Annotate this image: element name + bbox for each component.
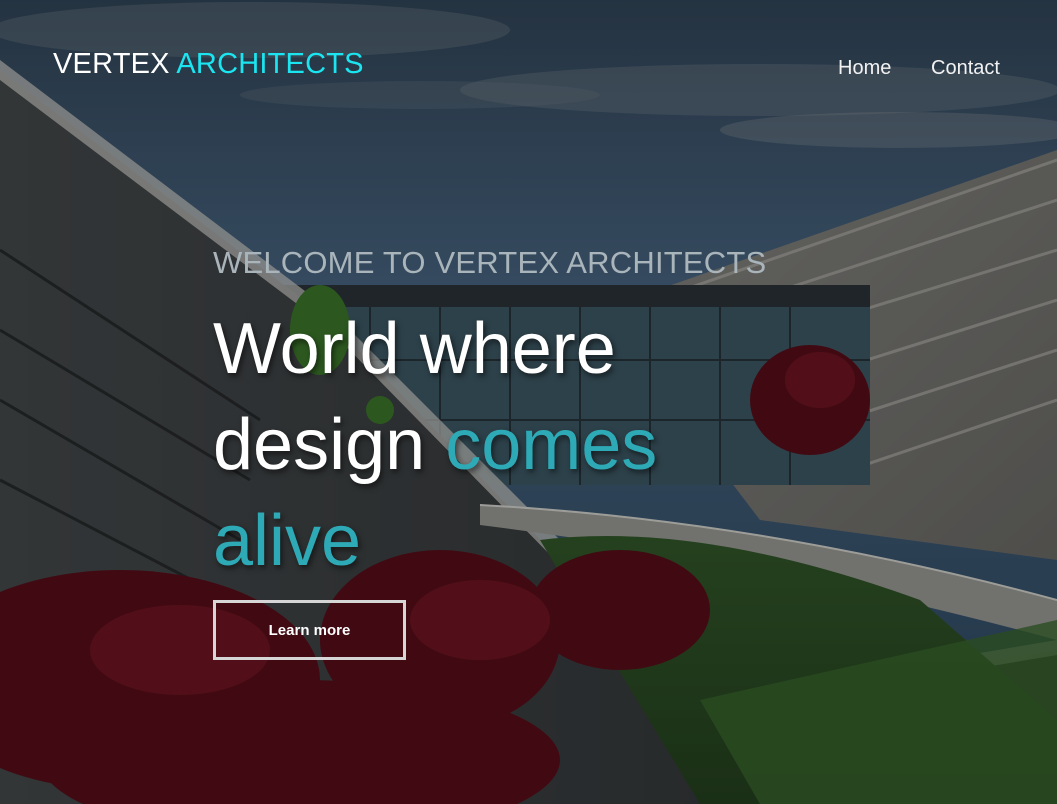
hero-headline: World where design comes alive — [213, 301, 773, 589]
navbar: VERTEX ARCHITECTS Home Contact — [0, 0, 1057, 130]
hero-eyebrow: WELCOME TO VERTEX ARCHITECTS — [213, 245, 767, 280]
brand-primary: VERTEX — [53, 48, 170, 80]
hero-content: WELCOME TO VERTEX ARCHITECTS World where… — [213, 245, 913, 660]
nav-link-contact[interactable]: Contact — [931, 57, 1000, 80]
learn-more-button[interactable]: Learn more — [213, 600, 406, 660]
brand-logo[interactable]: VERTEX ARCHITECTS — [53, 48, 364, 81]
brand-accent: ARCHITECTS — [176, 48, 364, 80]
nav-link-home[interactable]: Home — [838, 57, 891, 80]
